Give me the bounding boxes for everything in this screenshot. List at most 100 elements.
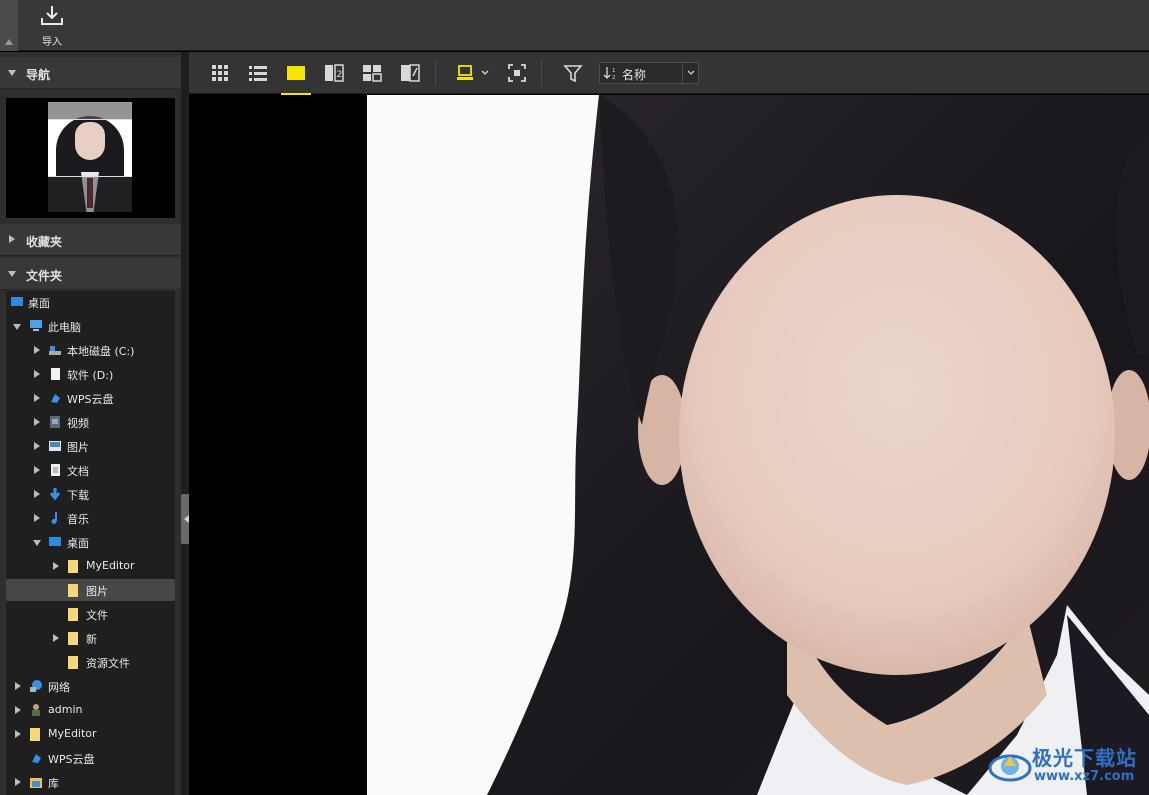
chevron-right-icon[interactable] — [34, 490, 40, 498]
svg-text:2: 2 — [337, 70, 343, 80]
main-photo[interactable] — [367, 95, 1149, 795]
tree-item-drive-d[interactable]: 软件 (D:) — [6, 363, 175, 385]
sort-dropdown[interactable]: 12 名称 — [599, 62, 699, 84]
tree-item-pictures[interactable]: 图片 — [6, 435, 175, 457]
chevron-right-icon[interactable] — [34, 514, 40, 522]
tree-item-this-pc[interactable]: 此电脑 — [6, 315, 175, 337]
tree-item-network[interactable]: 网络 — [6, 675, 175, 697]
tree-item-desktop-folder[interactable]: 桌面 — [6, 531, 175, 553]
chevron-right-icon[interactable] — [34, 370, 40, 378]
music-icon — [51, 512, 57, 524]
cloud-icon — [51, 394, 60, 403]
chevron-right-icon[interactable] — [34, 394, 40, 402]
cloud-icon — [32, 754, 41, 763]
tree-item-videos[interactable]: 视频 — [6, 411, 175, 433]
tree-item-label: 音乐 — [67, 513, 89, 526]
chevron-down-icon — [8, 70, 16, 76]
panel-splitter[interactable] — [181, 52, 193, 795]
document-icon — [51, 464, 60, 476]
tree-item-label: WPS云盘 — [48, 753, 95, 766]
list-view-button[interactable] — [247, 62, 269, 84]
tree-item-label: 文档 — [67, 465, 89, 478]
tree-item-wps-cloud-root[interactable]: WPS云盘 — [6, 747, 175, 769]
tree-item-documents[interactable]: 文档 — [6, 459, 175, 481]
viewport-overlay-bottom — [48, 176, 132, 212]
pictures-icon — [49, 441, 61, 451]
sort-dropdown-arrow[interactable] — [682, 63, 698, 83]
fit-screen-button[interactable] — [506, 62, 528, 84]
tree-item-label: admin — [48, 703, 83, 716]
folders-header[interactable]: 文件夹 — [0, 258, 181, 290]
chevron-right-icon[interactable] — [34, 346, 40, 354]
svg-text:1: 1 — [612, 68, 616, 74]
chevron-down-icon — [8, 271, 16, 277]
chevron-right-icon[interactable] — [15, 706, 21, 714]
compare-four-icon — [363, 65, 382, 82]
tree-item-label: MyEditor — [48, 727, 97, 740]
grid-icon — [212, 65, 228, 81]
folder-icon — [68, 560, 78, 573]
toolbar-separator — [435, 60, 436, 86]
chevron-right-icon[interactable] — [53, 634, 59, 642]
compare-two-button[interactable]: 2 — [323, 62, 345, 84]
before-after-button[interactable] — [399, 62, 421, 84]
chevron-right-icon[interactable] — [15, 682, 21, 690]
list-icon — [249, 66, 267, 81]
tree-item-label: 库 — [48, 777, 59, 790]
tree-item-new-folder[interactable]: 新 — [6, 627, 175, 649]
watermark-url: www.xz7.com — [1034, 769, 1135, 784]
chevron-right-icon[interactable] — [34, 418, 40, 426]
filmstrip-icon — [457, 65, 489, 80]
sort-value: 名称 — [622, 68, 647, 82]
tree-item-label: 图片 — [86, 585, 108, 598]
chevron-right-icon[interactable] — [34, 466, 40, 474]
single-view-button[interactable] — [281, 62, 311, 95]
chevron-down-icon[interactable] — [13, 324, 21, 330]
tree-item-label: 图片 — [67, 441, 89, 454]
import-button[interactable]: 导入 — [30, 4, 74, 48]
navigation-preview[interactable] — [6, 98, 175, 218]
favorites-header[interactable]: 收藏夹 — [0, 224, 181, 256]
tree-item-myeditor-root[interactable]: MyEditor — [6, 723, 175, 745]
chevron-down-icon[interactable] — [33, 540, 41, 546]
tree-item-resources-folder[interactable]: 资源文件 — [6, 651, 175, 673]
chevron-right-icon[interactable] — [15, 778, 21, 786]
folder-icon — [68, 584, 78, 597]
tree-item-desktop[interactable]: 桌面 — [6, 291, 175, 313]
filter-button[interactable] — [562, 62, 584, 84]
sort-icon: 12 — [603, 67, 616, 80]
watermark-title: 极光下载站 — [1032, 746, 1137, 770]
tree-item-label: 视频 — [67, 417, 89, 430]
tree-item-admin[interactable]: admin — [6, 699, 175, 721]
tree-item-downloads[interactable]: 下载 — [6, 483, 175, 505]
image-viewer[interactable] — [189, 95, 1149, 795]
tree-item-music[interactable]: 音乐 — [6, 507, 175, 529]
library-icon — [30, 778, 42, 788]
chevron-right-icon[interactable] — [34, 442, 40, 450]
navigation-thumbnail[interactable] — [48, 102, 132, 212]
tree-item-label: 桌面 — [28, 297, 50, 310]
folders-title: 文件夹 — [26, 269, 63, 283]
grid-view-button[interactable] — [209, 62, 231, 84]
portrait-image — [367, 95, 1149, 795]
tree-item-label: 网络 — [48, 681, 70, 694]
viewport-overlay-top — [48, 102, 132, 120]
collapse-toolbar-button[interactable] — [0, 0, 18, 51]
compare-four-button[interactable] — [361, 62, 383, 84]
before-after-icon — [401, 64, 420, 82]
chevron-right-icon[interactable] — [53, 562, 59, 570]
filmstrip-button[interactable] — [455, 62, 491, 84]
chevron-right-icon[interactable] — [15, 730, 21, 738]
tree-item-myeditor[interactable]: MyEditor — [6, 555, 175, 577]
tree-item-library[interactable]: 库 — [6, 771, 175, 793]
tree-item-label: 下载 — [67, 489, 89, 502]
tree-item-wps-cloud[interactable]: WPS云盘 — [6, 387, 175, 409]
tree-item-drive-c[interactable]: 本地磁盘 (C:) — [6, 339, 175, 361]
tree-item-label: 此电脑 — [48, 321, 81, 334]
navigation-header[interactable]: 导航 — [0, 57, 181, 89]
navigation-title: 导航 — [26, 68, 51, 82]
left-panel: 导航 收藏夹 文件夹 桌面 此电脑 本地磁盘 (C:) 软件 (D:) WPS云… — [0, 52, 181, 795]
watermark-logo-icon — [988, 754, 1032, 782]
tree-item-files-folder[interactable]: 文件 — [6, 603, 175, 625]
tree-item-pictures-folder[interactable]: 图片 — [6, 579, 175, 601]
